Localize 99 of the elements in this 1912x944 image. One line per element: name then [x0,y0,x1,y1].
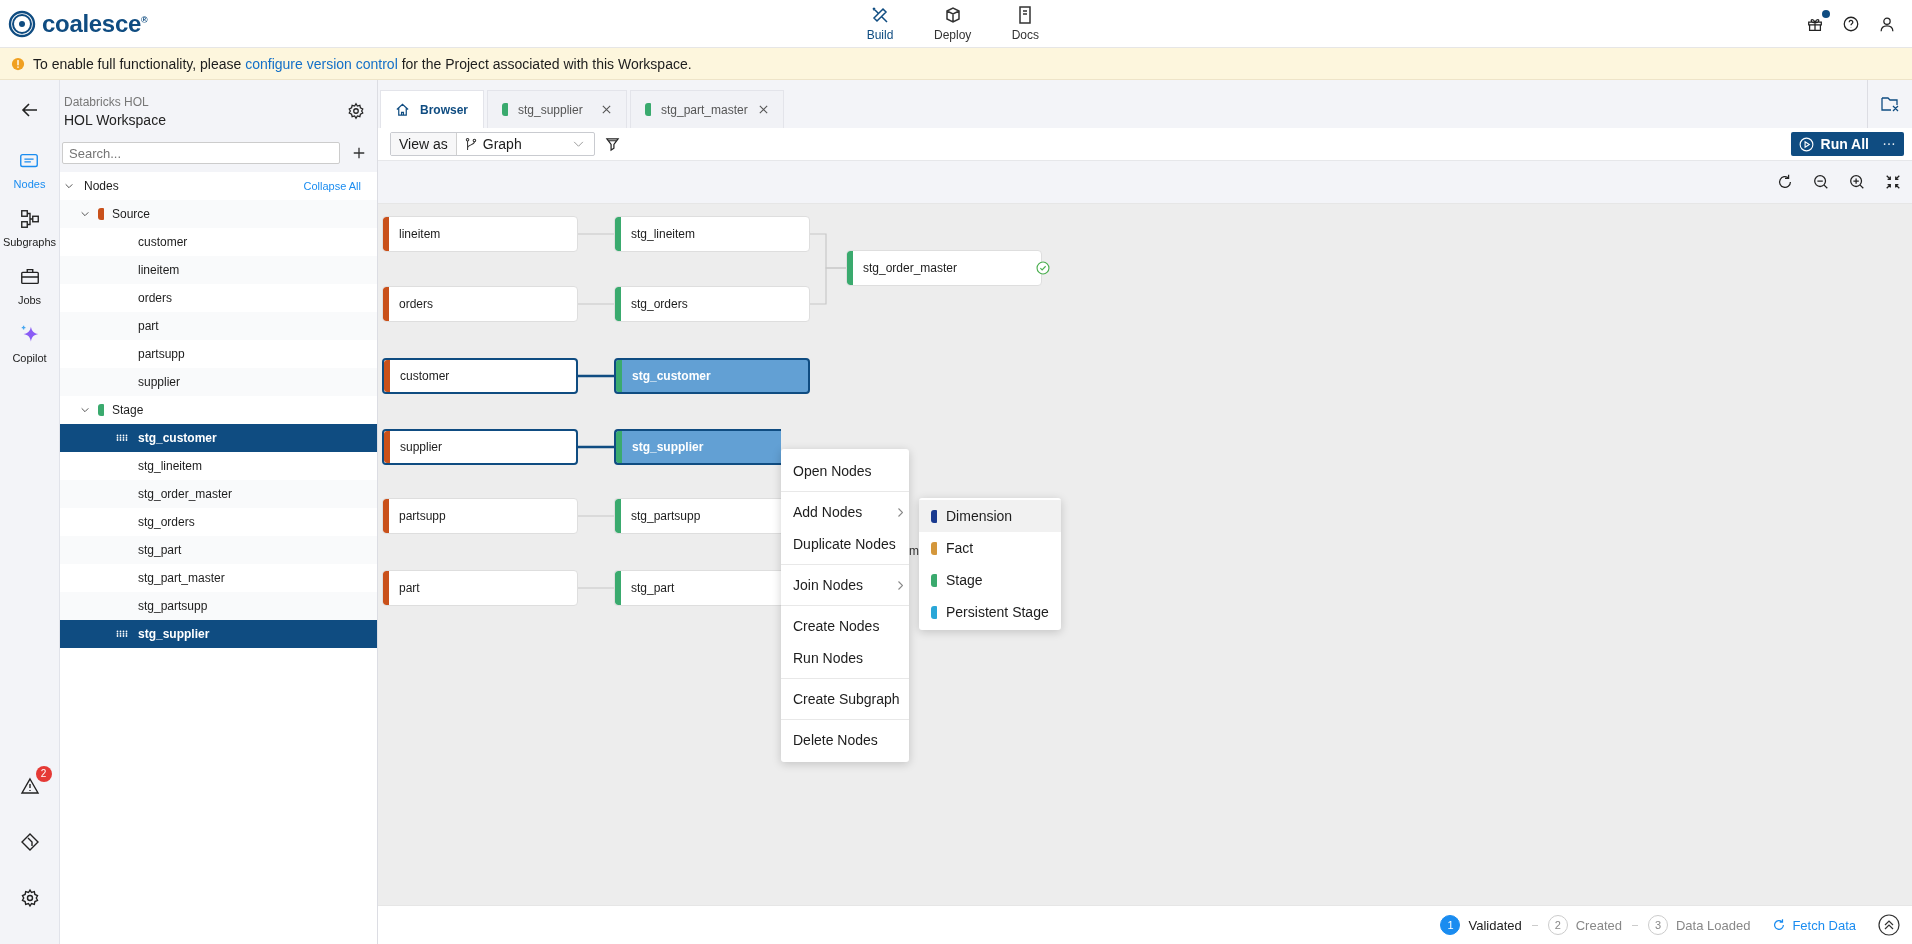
tree-item[interactable]: stg_orders [60,508,377,536]
menu-item[interactable]: Create Nodes [781,610,909,642]
connector-line [578,445,614,449]
tree-item[interactable]: stg_part [60,536,377,564]
banner-text: To enable full functionality, please configure version control for the Project associated with this Workspace. [33,55,692,72]
tab[interactable]: stg_supplier [487,90,627,128]
menu-item[interactable]: Join Nodes [781,569,909,601]
graph-node[interactable]: stg_partsupp [614,498,781,534]
menu-item[interactable]: Duplicate Nodes [781,528,909,560]
close-icon[interactable] [601,104,612,115]
project-name: Databricks HOL [64,94,150,109]
tree-item[interactable]: stg_order_master [60,480,377,508]
logo-icon [8,9,36,38]
nav-tab[interactable]: Deploy [934,0,972,48]
filter-icon[interactable] [605,136,620,152]
run-all-button[interactable]: Run All [1790,132,1904,156]
chevron-icon[interactable] [80,209,90,219]
tree-item[interactable]: customer [60,228,377,256]
connector-line [809,267,847,305]
drag-handle-icon[interactable] [116,629,128,639]
progress-step: 1 Validated [1440,915,1522,935]
help-icon[interactable] [1842,14,1860,33]
chevron-icon[interactable] [80,405,90,415]
menu-item[interactable]: Dimension [919,500,1061,532]
graph-node[interactable]: part [382,570,578,606]
view-selector[interactable]: View as Graph [390,132,595,156]
label-fragment: m [909,544,919,558]
search-field[interactable]: Search... [62,142,340,164]
branch-icon [464,137,477,151]
tree-item[interactable]: supplier [60,368,377,396]
graph-node[interactable]: supplier [382,429,578,465]
zoom-out-icon[interactable] [1812,173,1830,191]
refresh-icon[interactable] [1776,173,1794,191]
settings-icon[interactable] [19,888,40,908]
tree-item[interactable]: stg_lineitem [60,452,377,480]
rail-item[interactable]: Jobs [17,266,42,306]
graph-node[interactable]: stg_part [614,570,781,606]
count-badge: 2 [35,766,52,782]
dropdown-caret-icon [573,140,584,148]
nav-tab[interactable]: Docs [1007,0,1044,48]
expand-up-icon[interactable] [1878,914,1900,936]
tab[interactable]: Browser [380,90,484,128]
menu-item[interactable]: Stage [919,564,1061,596]
close-icon[interactable] [757,104,769,115]
menu-item[interactable]: Open Nodes [781,455,909,487]
tab[interactable]: stg_part_master [630,90,784,128]
tree-item[interactable]: lineitem [60,256,377,284]
configure-link[interactable]: configure version control [245,55,398,72]
zoom-in-icon[interactable] [1848,173,1866,191]
chevron-icon [898,580,903,590]
tree-item[interactable]: stg_part_master [60,564,377,592]
logo-text: coalesce$^{®}$ [42,9,148,38]
tree-root-label: Nodes [84,179,119,193]
git-icon[interactable] [19,832,40,852]
rail-item[interactable]: Copilot [12,324,47,364]
menu-item[interactable]: Run Nodes [781,642,909,674]
rail-item[interactable]: Subgraphs [2,208,57,248]
graph-node[interactable]: stg_orders [614,286,810,322]
workspace-name: HOL Workspace [64,111,167,128]
graph-node[interactable]: partsupp [382,498,578,534]
menu-item[interactable]: Fact [919,532,1061,564]
menu-item[interactable]: Create Subgraph [781,683,909,715]
collapse-icon[interactable] [1884,173,1902,191]
chevron-icon [898,507,903,517]
tree-item[interactable]: stg_partsupp [60,592,377,620]
tree-item[interactable]: partsupp [60,340,377,368]
graph-node[interactable]: orders [382,286,578,322]
graph-node[interactable]: stg_order_master [846,250,1042,286]
wrench-hammer-icon [870,5,890,25]
warning-icon[interactable] [19,776,40,796]
play-icon [1798,136,1814,152]
refresh-icon [1772,918,1787,932]
menu-item[interactable]: Add Nodes [781,496,909,528]
tree-item[interactable]: stg_customer [60,424,377,452]
group-label: Stage [112,403,144,417]
more-icon[interactable] [1882,142,1896,146]
group-label: Source [112,207,151,221]
home-icon [395,102,410,117]
nav-tab[interactable]: Build [862,0,898,48]
progress-step: 2 Created [1547,915,1622,935]
tree-item[interactable]: part [60,312,377,340]
menu-item[interactable]: Delete Nodes [781,724,909,756]
collapse-all-link[interactable]: Collapse All [303,180,361,192]
connector-line [578,374,614,378]
settings-icon[interactable] [347,102,365,120]
progress-step: 3 Data Loaded [1647,915,1751,935]
chevron-icon[interactable] [64,181,74,191]
diagram-icon [18,208,41,230]
menu-item[interactable]: Persistent Stage [919,596,1061,628]
fetch-data-button[interactable]: Fetch Data [1772,917,1856,933]
info-icon [11,56,25,71]
tree-item[interactable]: orders [60,284,377,312]
tree-item[interactable]: stg_supplier [60,620,377,648]
graph-node[interactable]: stg_lineitem [614,216,810,252]
graph-node[interactable]: lineitem [382,216,578,252]
folder-close-icon[interactable] [1880,95,1900,113]
add-icon[interactable] [352,146,366,160]
drag-handle-icon[interactable] [116,433,128,443]
graph-node[interactable]: customer [382,358,578,394]
